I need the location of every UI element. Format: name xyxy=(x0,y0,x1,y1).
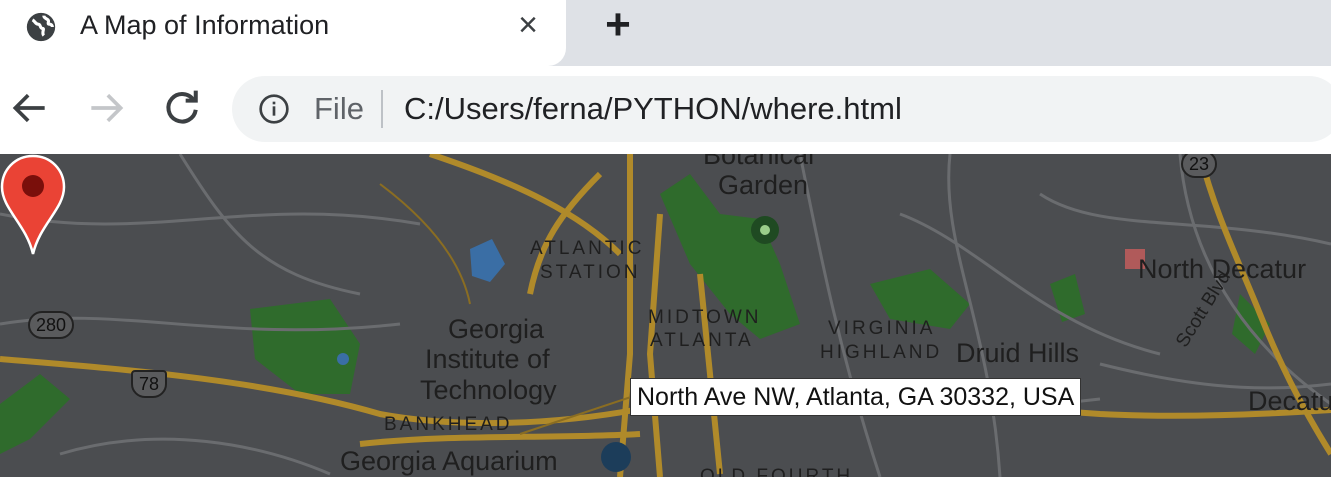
map-canvas[interactable]: Botanical Garden ATLANTIC STATION Georgi… xyxy=(0,154,1331,477)
route-280-shield: 280 xyxy=(28,311,75,339)
browser-tab[interactable]: A Map of Information × xyxy=(0,0,566,66)
scheme-label: File xyxy=(314,91,364,126)
map-label-atlanta: ATLANTA xyxy=(650,330,754,351)
map-label-old-fourth: OLD FOURTH xyxy=(700,466,854,477)
forward-arrow-icon[interactable] xyxy=(84,86,128,130)
globe-icon xyxy=(26,12,56,42)
map-label-bankhead: BANKHEAD xyxy=(384,414,513,435)
map-label-decatur: Decatu xyxy=(1248,386,1331,416)
map-label-atlantic: ATLANTIC xyxy=(530,238,645,259)
map-label-georgia-tech-2: Institute of xyxy=(425,344,550,374)
url-text[interactable]: C:/Users/ferna/PYTHON/where.html xyxy=(404,91,902,127)
map-marker-pin-icon[interactable] xyxy=(0,154,66,258)
map-label-georgia-tech-1: Georgia xyxy=(448,314,545,344)
map-label-georgia-tech-3: Technology xyxy=(420,375,557,405)
back-arrow-icon[interactable] xyxy=(8,86,52,130)
route-23-shield: 23 xyxy=(1181,154,1218,178)
marker-tooltip: North Ave NW, Atlanta, GA 30332, USA xyxy=(630,378,1082,416)
reload-icon[interactable] xyxy=(160,86,204,130)
map-label-botanical: Botanical xyxy=(703,154,815,170)
browser-toolbar: File C:/Users/ferna/PYTHON/where.html xyxy=(0,66,1331,154)
address-bar[interactable]: File C:/Users/ferna/PYTHON/where.html xyxy=(232,76,1331,142)
tab-strip: A Map of Information × + xyxy=(0,0,1331,66)
map-label-midtown: MIDTOWN xyxy=(648,307,762,328)
map-label-highland: HIGHLAND xyxy=(820,342,943,363)
map-label-garden: Garden xyxy=(718,170,809,200)
map-label-druid-hills: Druid Hills xyxy=(956,338,1080,368)
omnibox-separator xyxy=(381,90,383,128)
map-label-georgia-aquarium: Georgia Aquarium xyxy=(340,446,558,476)
map-label-station: STATION xyxy=(540,262,641,283)
tab-close-button[interactable]: × xyxy=(510,8,546,44)
map-label-virginia: VIRGINIA xyxy=(828,318,936,339)
new-tab-button[interactable]: + xyxy=(596,3,640,47)
info-icon[interactable] xyxy=(258,93,290,125)
route-78-shield: 78 xyxy=(131,370,168,398)
tab-title: A Map of Information xyxy=(80,10,330,40)
